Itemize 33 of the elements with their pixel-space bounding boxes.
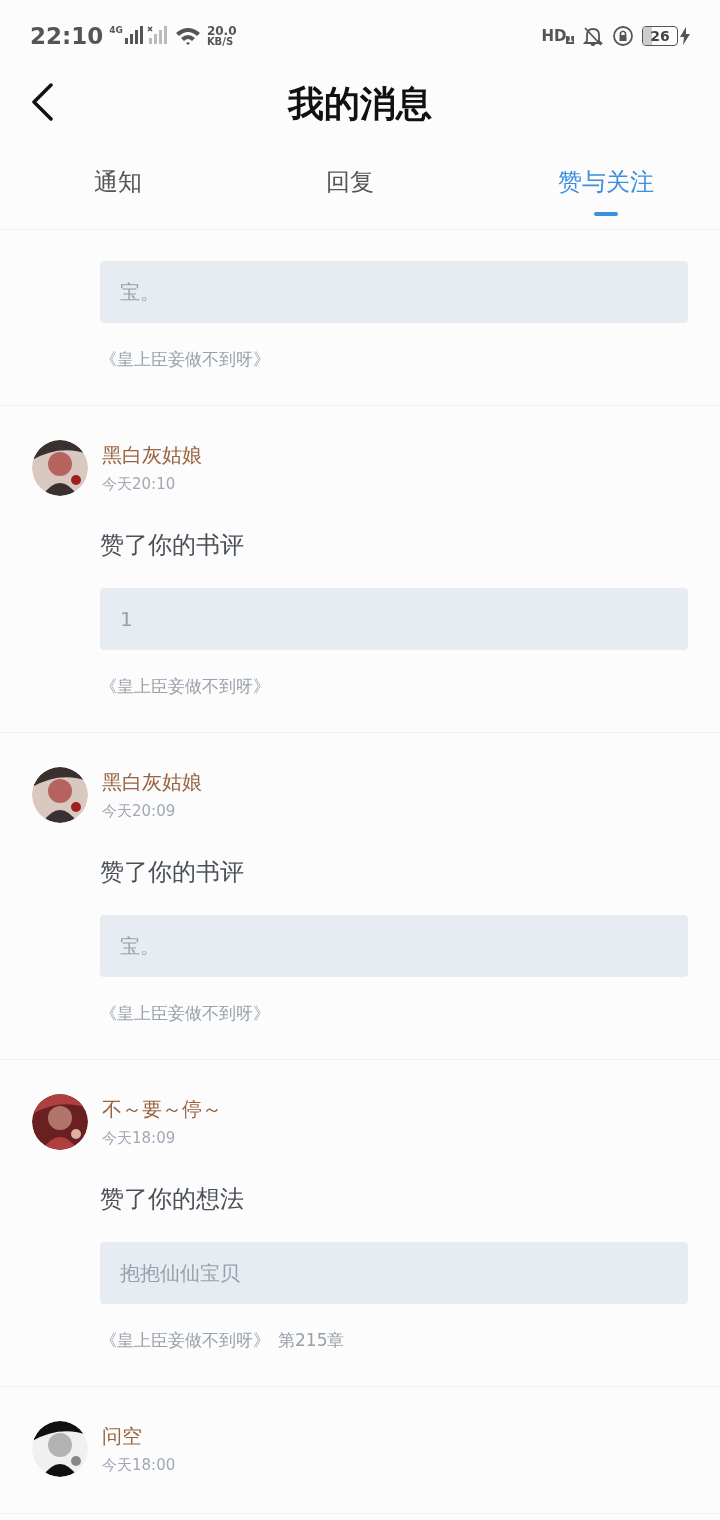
timestamp: 今天18:00 <box>102 1455 176 1475</box>
book-title[interactable]: 《皇上臣妾做不到呀》 <box>100 1330 270 1350</box>
book-title[interactable]: 《皇上臣妾做不到呀》 <box>100 349 270 369</box>
rotation-lock-icon <box>612 25 634 47</box>
timestamp: 今天20:09 <box>102 801 177 821</box>
action-text: 赞了你的书评 <box>100 857 245 888</box>
battery-level: 26 <box>642 26 678 46</box>
user-name[interactable]: 不～要～停～ <box>102 1096 222 1122</box>
hd-label: HD <box>541 28 567 44</box>
book-title[interactable]: 《皇上臣妾做不到呀》 <box>100 676 270 696</box>
quoted-text: 宝。 <box>100 261 688 323</box>
quoted-text: 1 <box>100 588 688 650</box>
network-speed-unit: KB/S <box>206 37 235 47</box>
book-title[interactable]: 《皇上臣妾做不到呀》 <box>100 1003 270 1023</box>
tab[interactable]: 通知 <box>94 151 142 212</box>
quoted-text: 抱抱仙仙宝贝 <box>100 1242 688 1304</box>
signal-icon <box>124 26 169 46</box>
timestamp: 今天18:09 <box>102 1128 177 1148</box>
wifi-icon <box>174 26 201 46</box>
user-name[interactable]: 问空 <box>102 1423 176 1449</box>
user-name[interactable]: 黑白灰姑娘 <box>102 442 202 468</box>
tab[interactable]: 回复 <box>326 151 374 212</box>
clock: 22:10 <box>30 21 104 51</box>
muted-bell-icon <box>582 25 604 47</box>
action-text: 赞了你的书评 <box>100 530 245 561</box>
network-speed: 20.0 <box>206 25 237 37</box>
user-name[interactable]: 黑白灰姑娘 <box>102 769 202 795</box>
quoted-text: 宝。 <box>100 915 688 977</box>
timestamp: 今天20:10 <box>102 474 177 494</box>
network-type: 4G <box>109 26 123 35</box>
page-title: 我的消息 <box>288 81 432 126</box>
chapter-label: 第215章 <box>278 1330 345 1350</box>
action-text: 赞了你的想法 <box>100 1184 245 1215</box>
